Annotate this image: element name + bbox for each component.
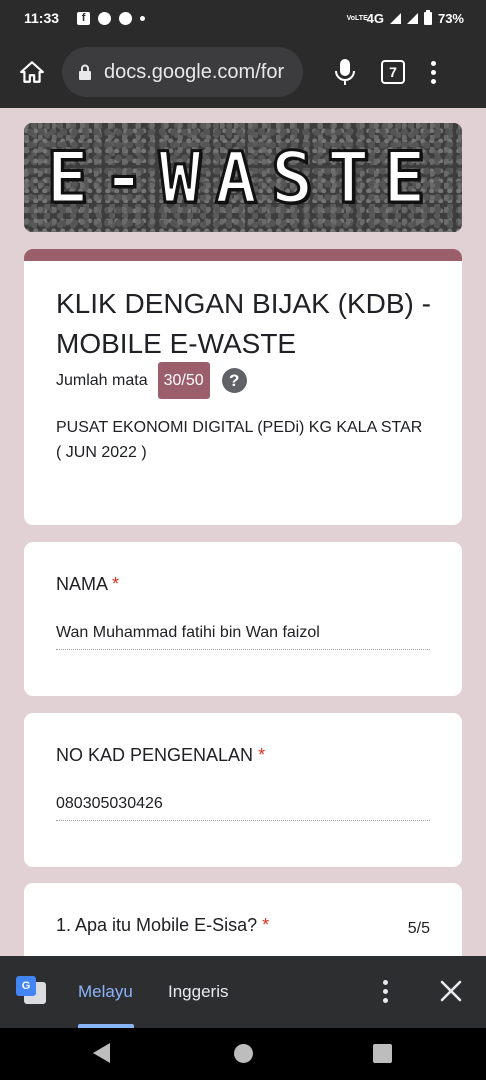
- mic-button[interactable]: [325, 52, 365, 92]
- status-time: 11:33: [24, 10, 60, 26]
- translate-tab-melayu[interactable]: Melayu: [78, 956, 133, 1028]
- status-bar: 11:33 f VoLTE 4G 73%: [0, 0, 486, 36]
- nav-back-icon[interactable]: [93, 1043, 110, 1063]
- question-text: NO KAD PENGENALAN: [56, 745, 254, 765]
- points-label: Jumlah mata: [56, 371, 148, 389]
- status-right: VoLTE 4G 73%: [346, 9, 464, 26]
- more-notifications-icon: [140, 15, 146, 21]
- system-nav-bar: [0, 1028, 486, 1080]
- required-asterisk: *: [262, 915, 270, 935]
- description-line: PUSAT EKONOMI DIGITAL (PEDi) KG KALA STA…: [56, 419, 423, 436]
- form-page: E-WASTE KLIK DENGAN BIJAK (KDB) - MOBILE…: [0, 108, 486, 956]
- question-label: 1. Apa itu Mobile E-Sisa? *: [56, 915, 269, 936]
- home-icon: [20, 61, 44, 83]
- question-card-nama: NAMA * Wan Muhammad fatihi bin Wan faizo…: [24, 542, 462, 696]
- translate-bar: G Melayu Inggeris: [0, 956, 486, 1028]
- header-banner-image: E-WASTE: [24, 123, 462, 232]
- url-bar[interactable]: docs.google.com/for: [62, 47, 303, 97]
- form-description: PUSAT EKONOMI DIGITAL (PEDi) KG KALA STA…: [56, 415, 436, 465]
- battery-icon: [423, 9, 432, 25]
- form-title: KLIK DENGAN BIJAK (KDB) - MOBILE E-WASTE: [56, 288, 431, 359]
- question-text: NAMA: [56, 574, 108, 594]
- tabs-icon[interactable]: 7: [381, 60, 405, 84]
- answer-text: Wan Muhammad fatihi bin Wan faizol: [56, 624, 430, 650]
- question-card-1: 1. Apa itu Mobile E-Sisa? * 5/5: [24, 883, 462, 956]
- nav-recents-icon[interactable]: [373, 1044, 392, 1063]
- translate-tab-inggeris[interactable]: Inggeris: [168, 956, 228, 1028]
- home-button[interactable]: [14, 54, 50, 90]
- battery-percent: 73%: [437, 10, 464, 26]
- question-text: 1. Apa itu Mobile E-Sisa?: [56, 915, 258, 935]
- close-icon[interactable]: [438, 978, 464, 1004]
- question-label: NAMA *: [56, 574, 119, 595]
- required-asterisk: *: [112, 574, 120, 594]
- url-text: docs.google.com/for: [104, 60, 285, 83]
- more-vert-icon[interactable]: [381, 980, 389, 1003]
- mic-icon: [335, 59, 355, 85]
- signal-icon: [406, 12, 418, 24]
- facebook-notification-icon: f: [77, 11, 91, 25]
- lock-icon: [79, 64, 91, 80]
- google-translate-icon: G: [16, 976, 46, 1006]
- browser-toolbar: docs.google.com/for 7: [0, 36, 486, 108]
- description-line: ( JUN 2022 ): [56, 444, 147, 461]
- form-title-card: KLIK DENGAN BIJAK (KDB) - MOBILE E-WASTE…: [24, 249, 462, 525]
- network-type: 4G: [366, 10, 384, 26]
- banner-text: E-WASTE: [45, 135, 440, 220]
- status-left: 11:33 f: [24, 10, 146, 26]
- points-row: Jumlah mata 30/50 ?: [56, 362, 247, 399]
- required-asterisk: *: [258, 745, 266, 765]
- help-icon[interactable]: ?: [221, 368, 247, 393]
- notification-icon: [119, 11, 133, 25]
- volte-icon: VoLTE: [346, 14, 368, 22]
- more-vert-icon[interactable]: [429, 60, 437, 84]
- question-card-ic: NO KAD PENGENALAN * 080305030426: [24, 713, 462, 867]
- notification-icon: [98, 11, 112, 25]
- points-badge: 30/50: [157, 362, 210, 399]
- question-label: NO KAD PENGENALAN *: [56, 745, 265, 766]
- signal-icon: [389, 12, 401, 24]
- nav-home-icon[interactable]: [234, 1044, 253, 1063]
- question-score: 5/5: [407, 920, 430, 937]
- answer-text: 080305030426: [56, 795, 430, 821]
